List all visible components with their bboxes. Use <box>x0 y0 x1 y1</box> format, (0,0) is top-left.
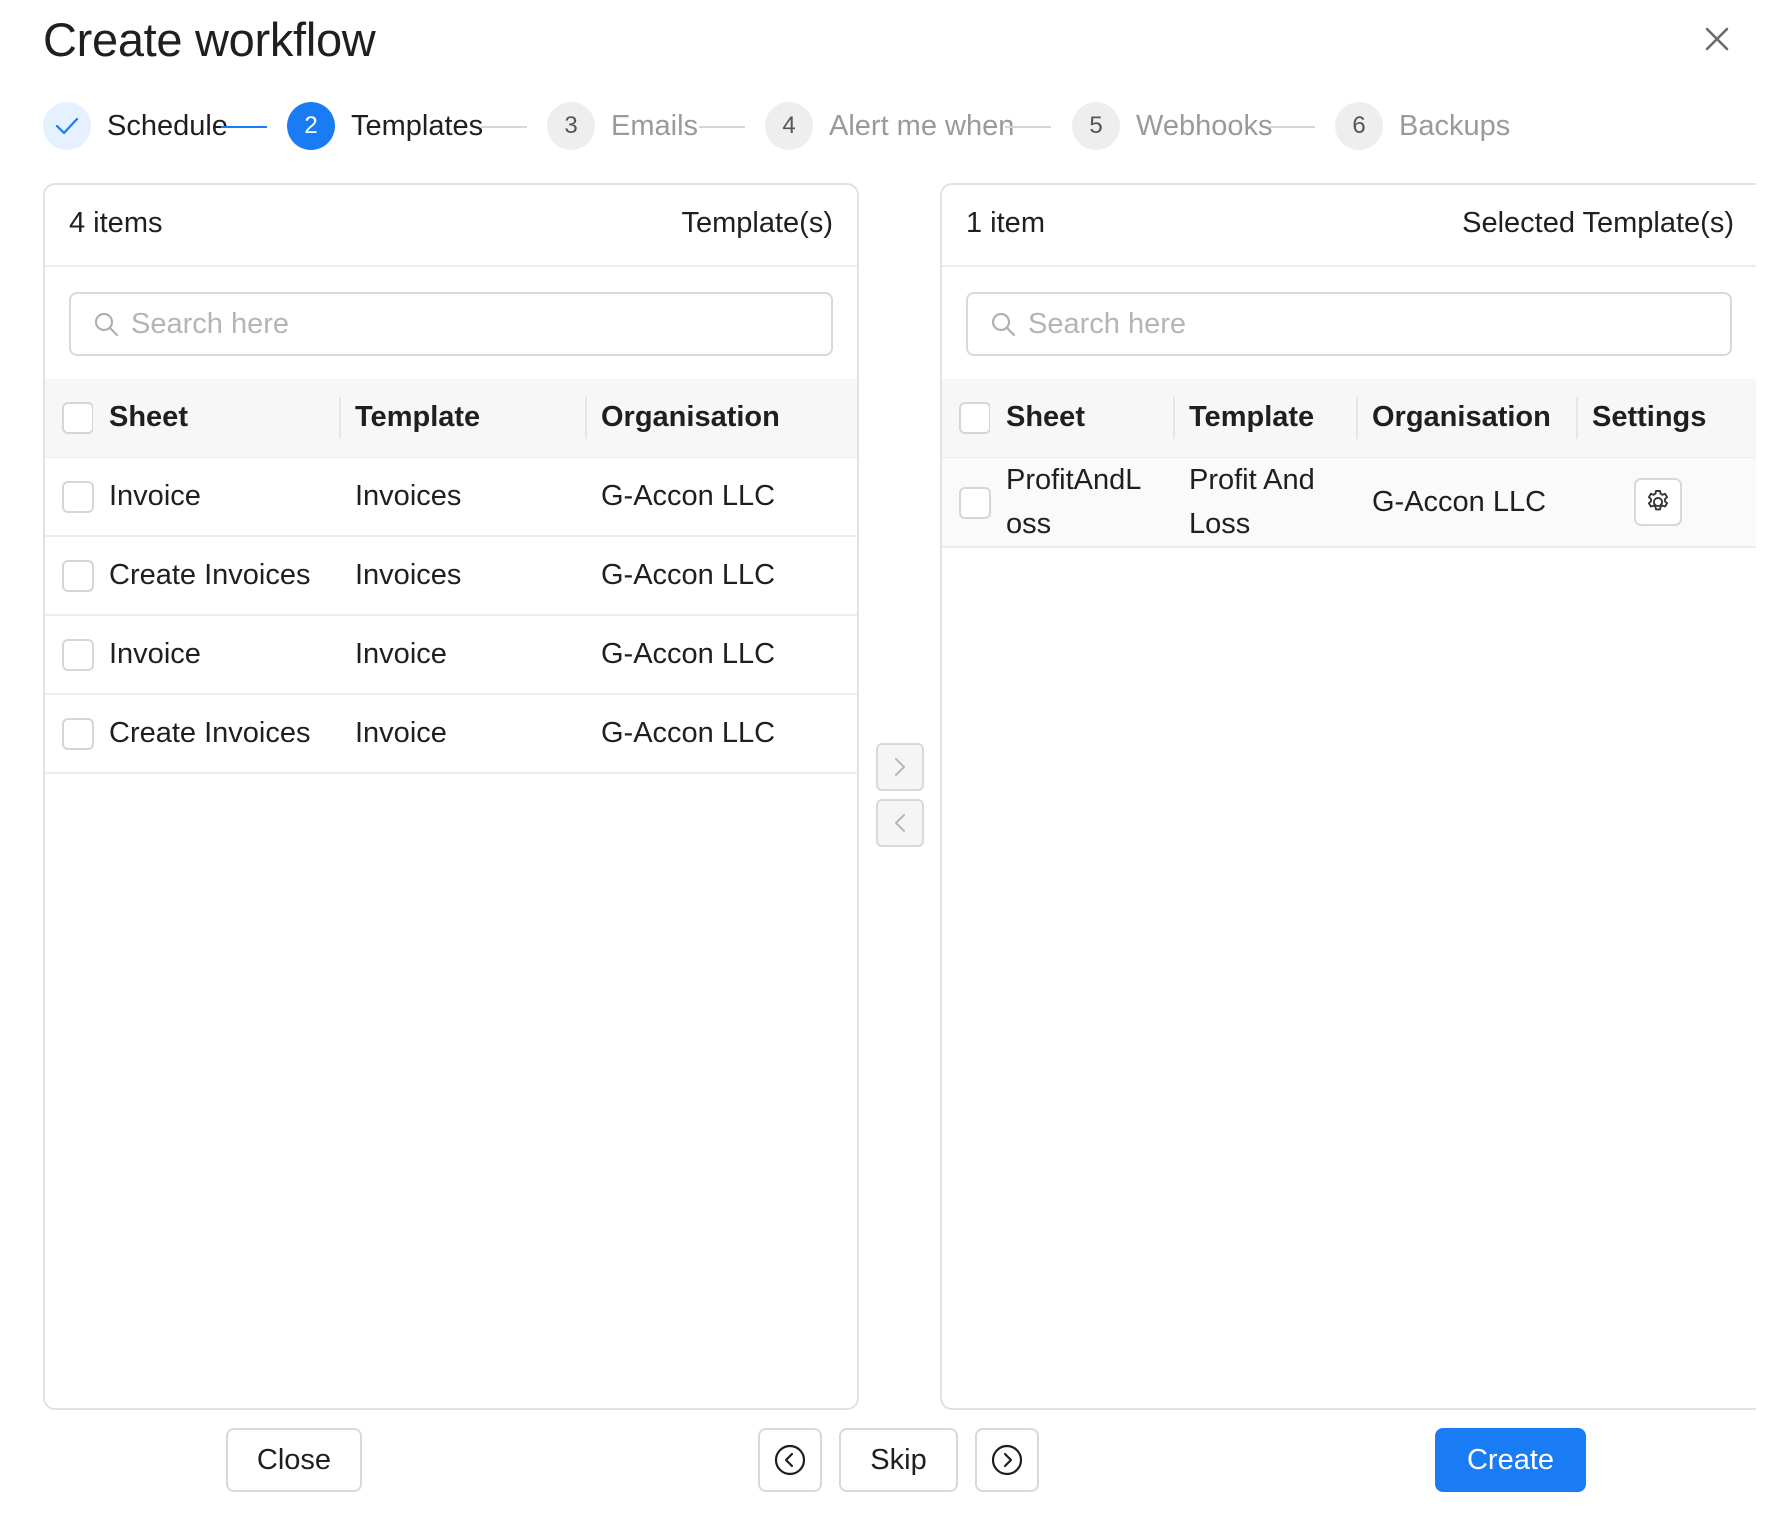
row-checkbox[interactable] <box>62 480 94 513</box>
cell-organisation: G-Accon LLC <box>585 457 857 537</box>
column-header-template[interactable]: Template <box>339 379 585 458</box>
search-icon <box>94 312 119 337</box>
cell-organisation: G-Accon LLC <box>585 615 857 695</box>
cell-organisation: G-Accon LLC <box>585 536 857 616</box>
step-label: Backups <box>1399 109 1511 142</box>
chevron-right-icon <box>895 758 905 776</box>
row-checkbox[interactable] <box>959 486 991 519</box>
circle-chevron-left-icon <box>774 1444 806 1476</box>
search-icon <box>991 312 1016 337</box>
row-checkbox[interactable] <box>62 639 94 672</box>
step-connector <box>1005 126 1051 128</box>
step-number: 6 <box>1335 102 1383 150</box>
move-left-button[interactable] <box>876 799 924 847</box>
table-header-row: Sheet Template Organisation Settings <box>942 379 1756 458</box>
step-number: 5 <box>1072 102 1120 150</box>
cell-organisation: G-Accon LLC <box>585 694 857 774</box>
step-connector <box>1269 126 1315 128</box>
cell-template: Invoice <box>339 694 585 774</box>
selected-templates-panel: 1 item Selected Template(s) Sheet Templa… <box>940 183 1756 1410</box>
step-number: 3 <box>547 102 595 150</box>
step-label: Schedule <box>107 109 228 142</box>
cell-template: Invoices <box>339 536 585 616</box>
search-input[interactable] <box>1026 306 1636 342</box>
skip-button[interactable]: Skip <box>839 1428 958 1492</box>
table-row[interactable]: Invoice Invoice G-Accon LLC <box>45 615 857 695</box>
column-header-sheet[interactable]: Sheet <box>93 379 339 458</box>
step-webhooks[interactable]: 5 Webhooks <box>1072 102 1273 150</box>
step-connector <box>699 126 745 128</box>
gear-icon <box>1647 489 1669 510</box>
steps-bar: Schedule 2 Templates 3 Emails 4 Alert me… <box>43 102 1743 150</box>
selected-templates-table: Sheet Template Organisation Settings Pro… <box>942 379 1756 548</box>
cell-template: Invoice <box>339 615 585 695</box>
step-label: Templates <box>351 109 484 142</box>
panel-title: Selected Template(s) <box>1462 207 1734 239</box>
step-label: Emails <box>611 109 699 142</box>
column-header-organisation[interactable]: Organisation <box>585 379 857 458</box>
create-button[interactable]: Create <box>1435 1428 1586 1492</box>
step-templates[interactable]: 2 Templates <box>287 102 483 150</box>
circle-chevron-right-icon <box>991 1444 1023 1476</box>
table-header-row: Sheet Template Organisation <box>45 379 857 458</box>
panel-header: 1 item Selected Template(s) <box>942 185 1756 267</box>
cell-sheet: ProfitAndL oss <box>990 457 1173 548</box>
table-row[interactable]: ProfitAndL oss Profit And Loss G-Accon L… <box>942 457 1756 548</box>
row-settings-button[interactable] <box>1634 477 1682 526</box>
cell-sheet: Create Invoices <box>93 694 339 774</box>
table-row[interactable]: Invoice Invoices G-Accon LLC <box>45 457 857 537</box>
create-workflow-dialog: Create workflow Schedule 2 Templates 3 E… <box>0 0 1782 1518</box>
search-box <box>966 292 1732 356</box>
next-step-button[interactable] <box>975 1428 1039 1492</box>
column-header-organisation[interactable]: Organisation <box>1356 379 1576 458</box>
step-label: Alert me when <box>829 109 1015 142</box>
select-all-checkbox[interactable] <box>62 402 94 435</box>
panel-title: Template(s) <box>681 207 834 239</box>
table-row[interactable]: Create Invoices Invoice G-Accon LLC <box>45 694 857 774</box>
close-icon[interactable] <box>1700 22 1734 56</box>
search-box <box>69 292 833 356</box>
cell-sheet: Invoice <box>93 457 339 537</box>
row-checkbox[interactable] <box>62 560 94 593</box>
dialog-title: Create workflow <box>43 13 376 66</box>
close-button[interactable]: Close <box>226 1428 362 1492</box>
step-emails[interactable]: 3 Emails <box>547 102 698 150</box>
cell-sheet: Invoice <box>93 615 339 695</box>
item-count: 4 items <box>69 207 163 239</box>
source-templates-panel: 4 items Template(s) Sheet Template Organ… <box>43 183 859 1410</box>
step-alert-me-when[interactable]: 4 Alert me when <box>765 102 1014 150</box>
column-header-sheet[interactable]: Sheet <box>990 379 1173 458</box>
step-number: 2 <box>287 102 335 150</box>
cell-template: Profit And Loss <box>1173 457 1356 548</box>
move-right-button[interactable] <box>876 743 924 791</box>
step-check-icon <box>43 102 91 150</box>
previous-step-button[interactable] <box>758 1428 822 1492</box>
column-header-settings: Settings <box>1576 379 1756 458</box>
cell-sheet: Create Invoices <box>93 536 339 616</box>
column-header-template[interactable]: Template <box>1173 379 1356 458</box>
cell-organisation: G-Accon LLC <box>1356 457 1576 548</box>
step-number: 4 <box>765 102 813 150</box>
panel-header: 4 items Template(s) <box>45 185 857 267</box>
table-row[interactable]: Create Invoices Invoices G-Accon LLC <box>45 536 857 616</box>
step-connector <box>481 126 527 128</box>
select-all-checkbox[interactable] <box>959 402 991 435</box>
step-schedule[interactable]: Schedule <box>43 102 228 150</box>
search-input[interactable] <box>129 306 737 342</box>
step-backups[interactable]: 6 Backups <box>1335 102 1510 150</box>
row-checkbox[interactable] <box>62 718 94 751</box>
step-label: Webhooks <box>1136 109 1273 142</box>
templates-table: Sheet Template Organisation Invoice Invo… <box>45 379 857 774</box>
item-count: 1 item <box>966 207 1045 239</box>
chevron-left-icon <box>895 814 905 832</box>
cell-template: Invoices <box>339 457 585 537</box>
step-connector <box>221 126 267 128</box>
